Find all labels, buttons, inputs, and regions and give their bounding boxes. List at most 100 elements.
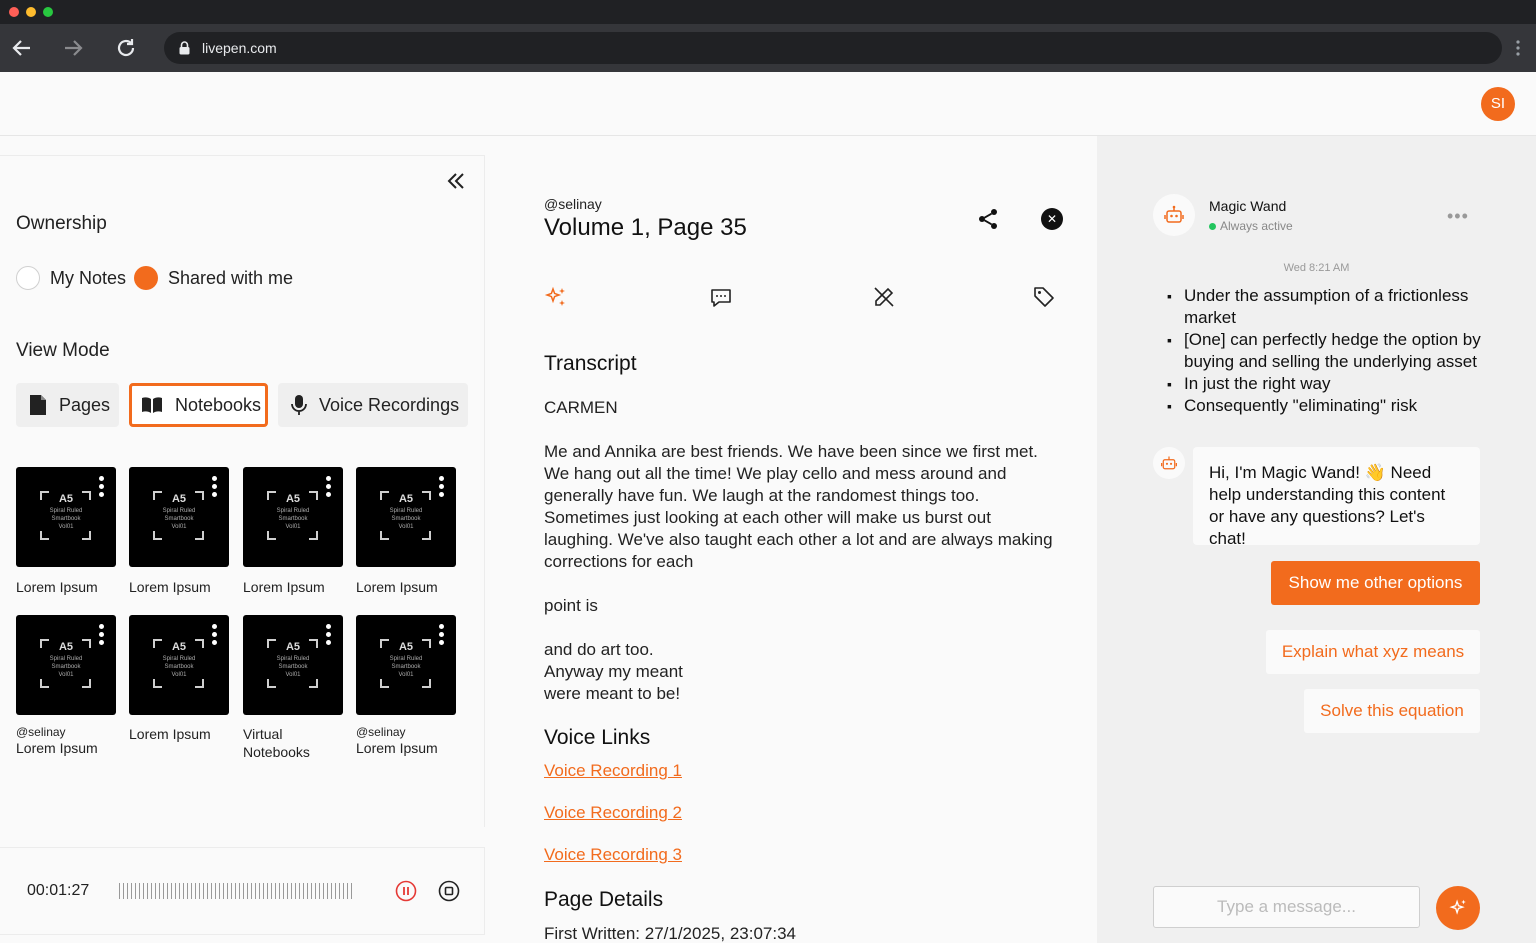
notebook-label[interactable]: Lorem Ipsum <box>16 578 98 596</box>
bot-avatar <box>1153 194 1195 236</box>
notebook-card[interactable]: A5 Spiral Ruled Smartbook Vol01 <box>16 615 116 715</box>
speaker-name: CARMEN <box>544 398 618 417</box>
voice-recording-link[interactable]: Voice Recording 3 <box>544 845 682 865</box>
radio-shared-with-me[interactable] <box>134 266 158 290</box>
transcript-line: were meant to be! <box>544 684 681 703</box>
pause-icon[interactable] <box>395 880 417 907</box>
voice-recording-link[interactable]: Voice Recording 1 <box>544 761 682 781</box>
notebook-subtitle: Spiral Ruled Smartbook Vol01 <box>389 508 423 530</box>
notebook-label[interactable]: Lorem Ipsum <box>16 739 98 757</box>
send-sparkle-button[interactable] <box>1436 886 1480 930</box>
browser-menu-icon[interactable] <box>1516 39 1520 62</box>
notebook-label[interactable]: Lorem Ipsum <box>129 725 211 743</box>
close-icon[interactable]: ✕ <box>1041 208 1063 230</box>
view-mode-notebooks-label: Notebooks <box>175 394 262 415</box>
sparkle-ai-icon[interactable] <box>544 285 568 314</box>
notebook-menu-icon[interactable] <box>212 476 217 500</box>
bot-status: Always active <box>1209 219 1293 233</box>
first-written: First Written: 27/1/2025, 23:07:34 <box>544 924 796 943</box>
notebook-label[interactable]: Lorem Ipsum <box>129 578 211 596</box>
maximize-window-button[interactable] <box>43 7 53 17</box>
stop-icon[interactable] <box>438 880 460 907</box>
microphone-icon <box>291 395 307 415</box>
notebook-label[interactable]: Lorem Ipsum <box>356 739 438 757</box>
notebook-card[interactable]: A5 Spiral Ruled Smartbook Vol01 <box>16 467 116 567</box>
notebook-menu-icon[interactable] <box>439 624 444 648</box>
chat-panel: Magic Wand Always active ••• Wed 8:21 AM… <box>1097 136 1536 943</box>
notebook-card[interactable]: A5 Spiral Ruled Smartbook Vol01 <box>243 615 343 715</box>
radio-my-notes-label[interactable]: My Notes <box>50 268 126 289</box>
notebook-card[interactable]: A5 Spiral Ruled Smartbook Vol01 <box>243 467 343 567</box>
view-mode-notebooks-button[interactable]: Notebooks <box>129 383 268 427</box>
notebook-owner: @selinay <box>16 725 66 739</box>
voice-links-heading: Voice Links <box>544 726 651 749</box>
filter-sidebar: Ownership My Notes Shared with me View M… <box>0 155 485 827</box>
notebook-label[interactable]: Lorem Ipsum <box>243 578 325 596</box>
notebook-card[interactable]: A5 Spiral Ruled Smartbook Vol01 <box>129 615 229 715</box>
bot-message: Hi, I'm Magic Wand! 👋 Need help understa… <box>1193 447 1480 548</box>
comment-icon[interactable] <box>709 285 733 314</box>
waveform-scrubber[interactable] <box>119 883 355 899</box>
view-mode-pages-label: Pages <box>59 394 111 415</box>
page-title: Volume 1, Page 35 <box>544 214 747 241</box>
message-input[interactable] <box>1153 886 1420 928</box>
lock-icon <box>179 41 190 60</box>
more-options-icon[interactable]: ••• <box>1447 206 1469 227</box>
notebook-menu-icon[interactable] <box>212 624 217 648</box>
book-icon <box>142 397 162 413</box>
bot-avatar-small <box>1153 447 1185 479</box>
notebook-subtitle: Spiral Ruled Smartbook Vol01 <box>49 508 83 530</box>
playback-time: 00:01:27 <box>27 882 90 899</box>
bullet-item: Under the assumption of a frictionless m… <box>1167 285 1487 329</box>
document-author: @selinay <box>544 196 602 212</box>
notebook-label[interactable]: Virtual Notebooks <box>243 725 333 761</box>
forward-arrow-icon[interactable] <box>61 36 85 60</box>
ownership-title: Ownership <box>16 213 107 234</box>
notebook-card[interactable]: A5 Spiral Ruled Smartbook Vol01 <box>129 467 229 567</box>
notebook-subtitle: Spiral Ruled Smartbook Vol01 <box>162 656 196 678</box>
notebook-card[interactable]: A5 Spiral Ruled Smartbook Vol01 <box>356 467 456 567</box>
back-arrow-icon[interactable] <box>10 36 34 60</box>
notebook-owner: @selinay <box>356 725 406 739</box>
notebook-subtitle: Spiral Ruled Smartbook Vol01 <box>276 508 310 530</box>
radio-my-notes[interactable] <box>16 266 40 290</box>
suggestion-button[interactable]: Explain what xyz means <box>1266 630 1480 674</box>
voice-recording-link[interactable]: Voice Recording 2 <box>544 803 682 823</box>
browser-toolbar: livepen.com <box>0 24 1536 72</box>
transcript-heading: Transcript <box>544 352 637 375</box>
sparkle-icon <box>1449 899 1466 915</box>
close-window-button[interactable] <box>9 7 19 17</box>
view-mode-voice-recordings-label: Voice Recordings <box>319 394 460 415</box>
tag-icon[interactable] <box>1032 285 1056 314</box>
address-bar[interactable]: livepen.com <box>164 32 1502 64</box>
view-mode-voice-recordings-button[interactable]: Voice Recordings <box>278 383 468 427</box>
suggestion-button[interactable]: Show me other options <box>1271 561 1480 605</box>
transcript-paragraph: point is <box>544 596 598 615</box>
minimize-window-button[interactable] <box>26 7 36 17</box>
app-header: SI <box>0 72 1536 136</box>
robot-icon <box>1164 205 1184 223</box>
notebook-card[interactable]: A5 Spiral Ruled Smartbook Vol01 <box>356 615 456 715</box>
chat-timestamp: Wed 8:21 AM <box>1283 262 1350 274</box>
notebook-subtitle: Spiral Ruled Smartbook Vol01 <box>389 656 423 678</box>
notebook-label[interactable]: Lorem Ipsum <box>356 578 438 596</box>
bullet-item: Consequently "eliminating" risk <box>1167 395 1487 417</box>
message-bullets: Under the assumption of a frictionless m… <box>1167 285 1487 417</box>
view-mode-pages-button[interactable]: Pages <box>16 383 119 427</box>
radio-shared-with-me-label[interactable]: Shared with me <box>168 268 293 289</box>
suggestion-button[interactable]: Solve this equation <box>1304 689 1480 733</box>
robot-icon <box>1161 456 1177 470</box>
notebook-menu-icon[interactable] <box>326 476 331 500</box>
share-icon[interactable] <box>976 207 1000 236</box>
notebook-menu-icon[interactable] <box>439 476 444 500</box>
transcript-paragraph: Me and Annika are best friends. We have … <box>544 442 1053 571</box>
transcript-line: and do art too. <box>544 640 654 659</box>
avatar[interactable]: SI <box>1481 87 1515 121</box>
notebook-menu-icon[interactable] <box>326 624 331 648</box>
edit-off-icon[interactable] <box>872 285 896 314</box>
notebook-menu-icon[interactable] <box>99 624 104 648</box>
notebook-subtitle: Spiral Ruled Smartbook Vol01 <box>162 508 196 530</box>
reload-icon[interactable] <box>114 36 138 60</box>
notebook-menu-icon[interactable] <box>99 476 104 500</box>
collapse-sidebar-icon[interactable] <box>446 171 466 191</box>
